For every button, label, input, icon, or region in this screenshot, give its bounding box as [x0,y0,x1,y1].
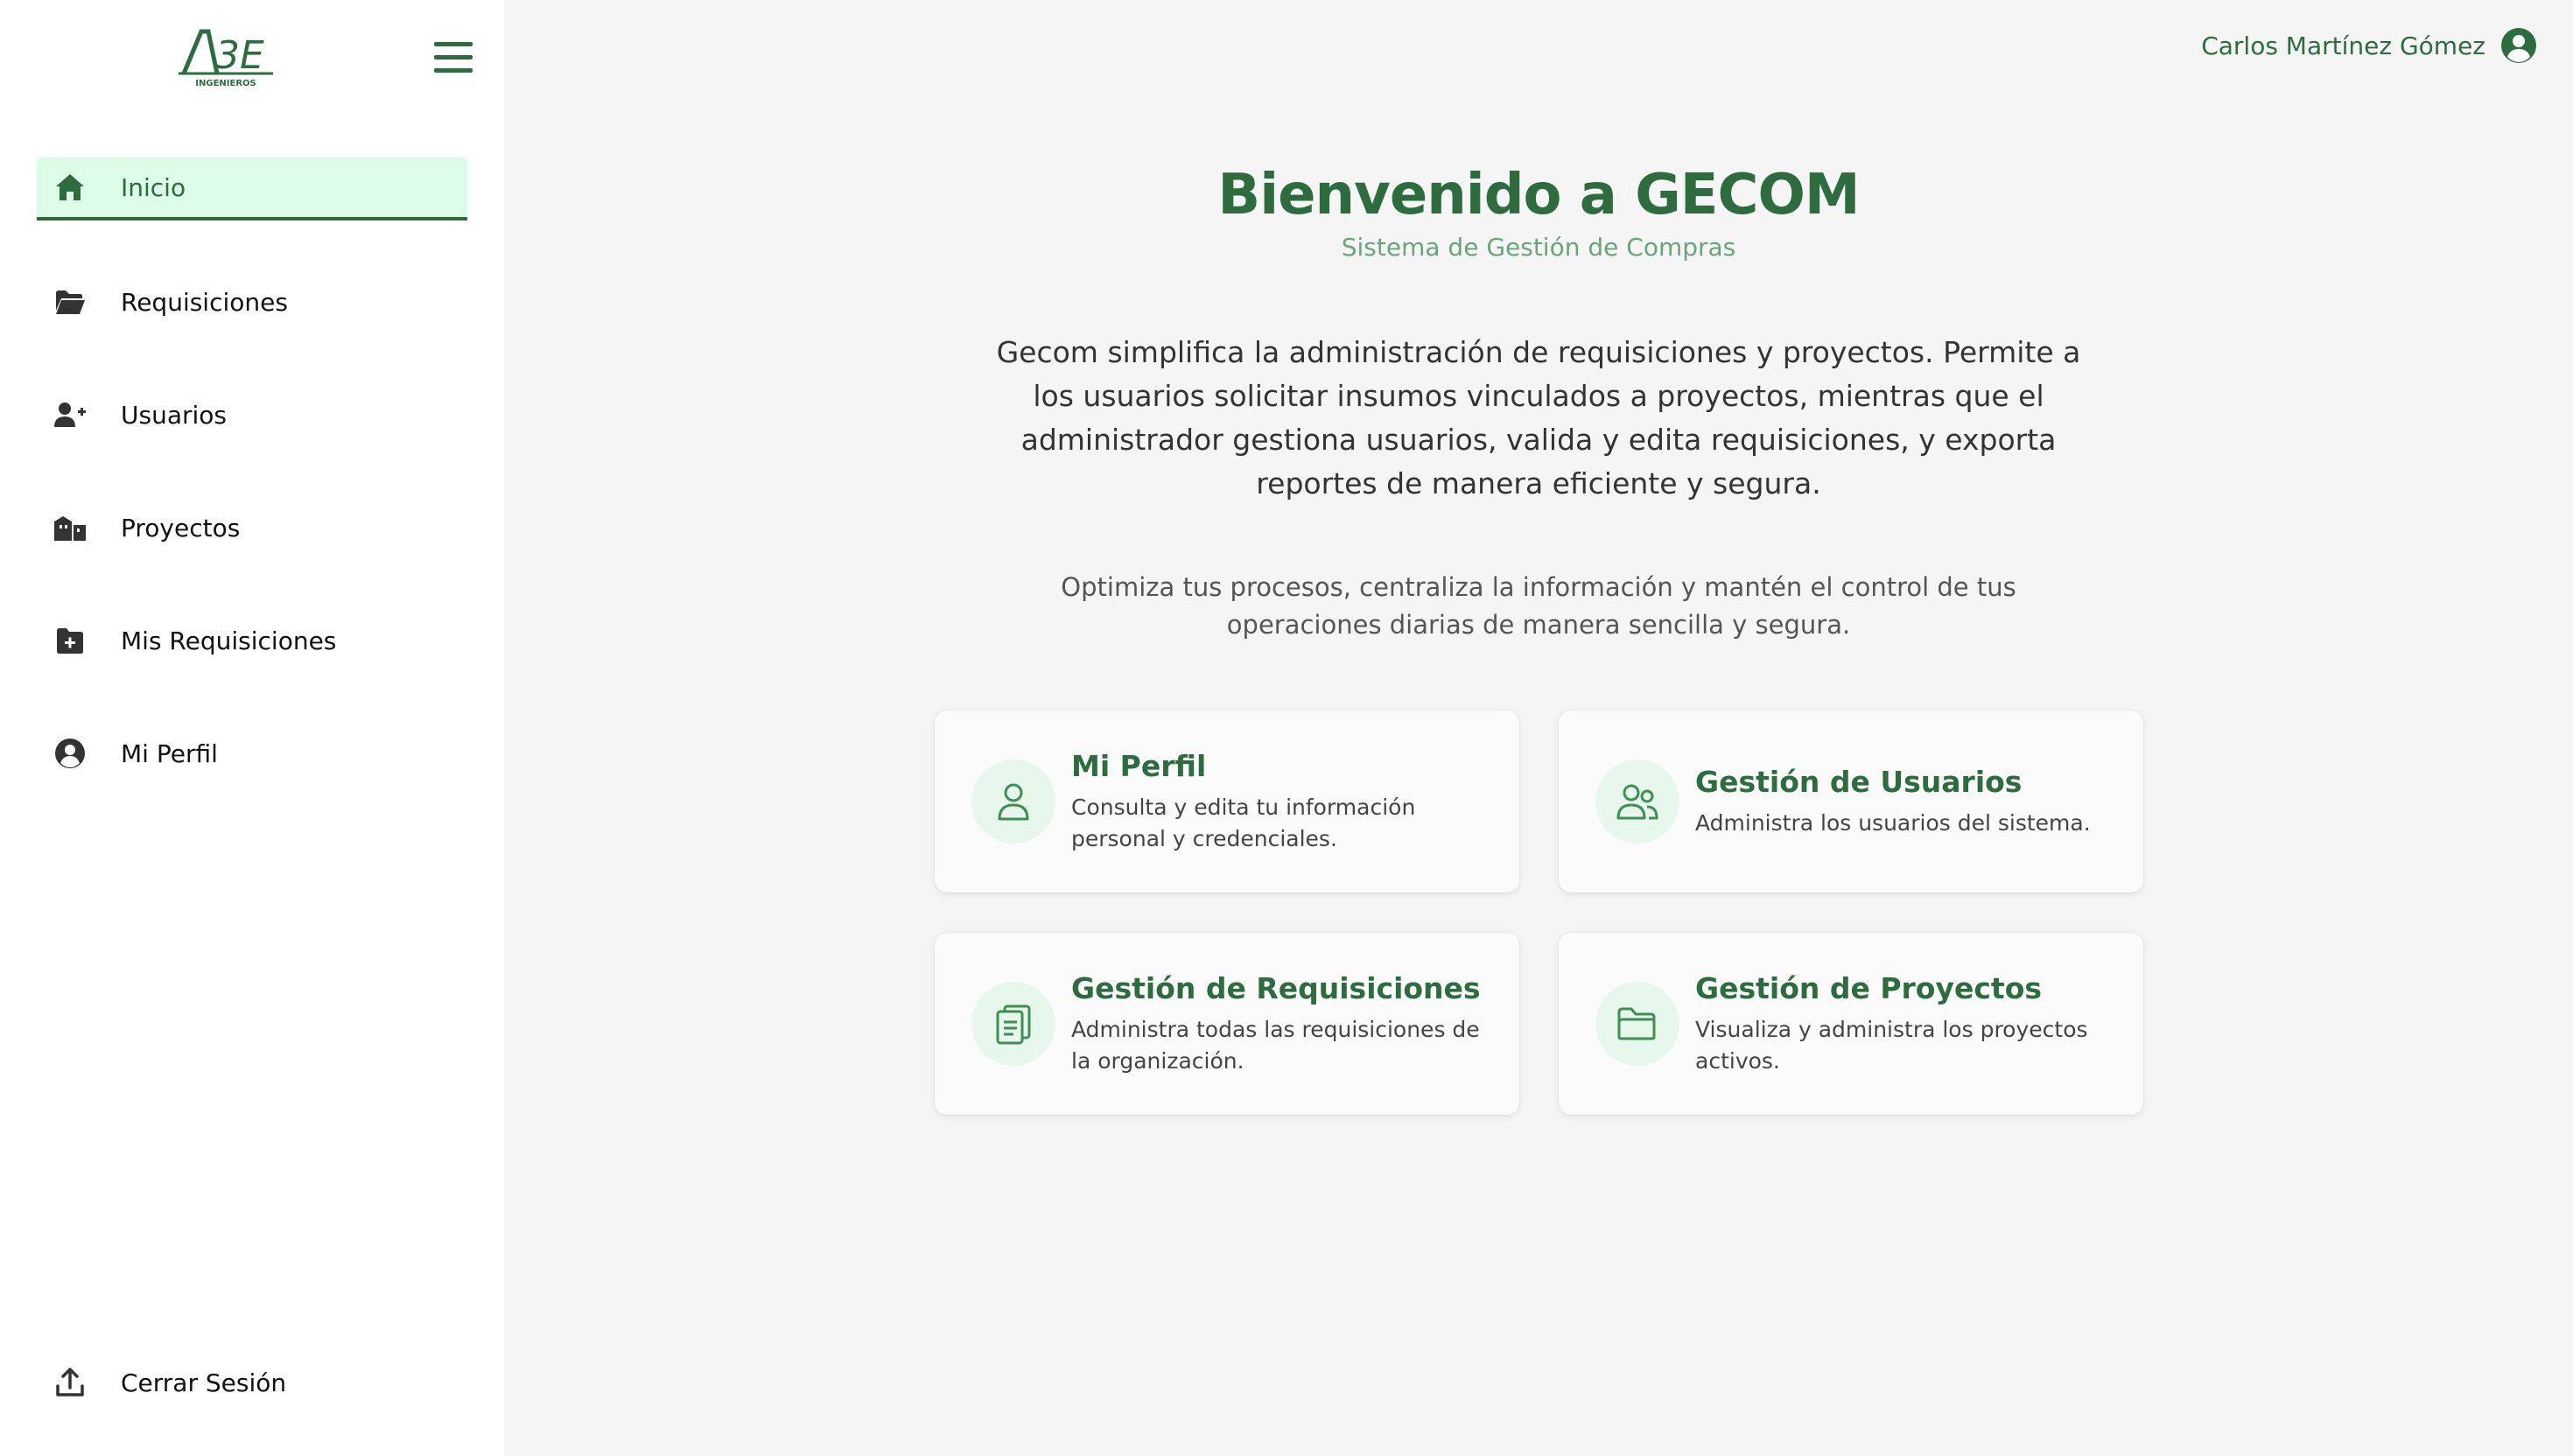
sidebar-item-proyectos[interactable]: Proyectos [37,496,467,559]
note-paragraph: Optimiza tus procesos, centraliza la inf… [1061,572,2016,640]
users-icon [1595,760,1679,844]
sidebar-item-mis-requisiciones[interactable]: Mis Requisiciones [37,609,467,672]
main-content: Bienvenido a GECOM Sistema de Gestión de… [504,0,2573,1456]
logout-label: Cerrar Sesión [121,1368,287,1397]
card-title: Mi Perfil [1071,748,1207,783]
card-gestion-usuarios[interactable]: Gestión de Usuarios Administra los usuar… [1559,710,2143,892]
card-title: Gestión de Usuarios [1695,764,2023,799]
svg-text:INGENIEROS: INGENIEROS [195,79,256,88]
card-gestion-proyectos[interactable]: Gestión de Proyectos Visualiza y adminis… [1559,933,2143,1115]
company-logo[interactable]: 3E INGENIEROS [175,24,277,89]
card-description: Visualiza y administra los proyectos act… [1695,1016,2088,1074]
upload-logout-icon [53,1365,88,1400]
city-icon [53,510,88,545]
user-circle-icon [2499,26,2538,65]
card-mi-perfil[interactable]: Mi Perfil Consulta y edita tu informació… [935,710,1519,892]
sidebar: 3E INGENIEROS Inicio Requisiciones Usuar… [0,0,504,1456]
folder-open-icon [53,284,88,319]
sidebar-item-label: Mi Perfil [121,738,218,768]
sidebar-item-label: Mis Requisiciones [121,626,337,655]
card-title: Gestión de Requisiciones [1071,970,1481,1005]
home-icon [53,170,88,205]
card-description: Administra todas las requisiciones de la… [1071,1016,1480,1074]
user-circle-icon [53,736,88,771]
sidebar-nav: Inicio Requisiciones Usuarios Proyectos … [37,158,467,835]
card-description: Consulta y edita tu información personal… [1071,794,1416,851]
sidebar-item-label: Inicio [121,172,186,202]
user-menu[interactable]: Carlos Martínez Gómez [2201,26,2538,65]
sidebar-item-requisiciones[interactable]: Requisiciones [37,270,467,333]
sidebar-item-label: Usuarios [121,400,227,430]
folder-plus-icon [53,623,88,658]
card-description: Administra los usuarios del sistema. [1695,809,2091,836]
logout-button[interactable]: Cerrar Sesión [53,1365,286,1400]
svg-text:3E: 3E [215,33,264,78]
intro-paragraph: Gecom simplifica la administración de re… [996,335,2081,500]
card-gestion-requisiciones[interactable]: Gestión de Requisiciones Administra toda… [935,933,1519,1115]
sidebar-item-mi-perfil[interactable]: Mi Perfil [37,722,467,785]
sidebar-item-inicio[interactable]: Inicio [37,158,467,220]
user-icon [971,760,1055,844]
user-plus-icon [53,397,88,432]
menu-toggle-icon[interactable] [431,38,478,77]
user-name: Carlos Martínez Gómez [2201,31,2485,60]
clipboard-icon [971,982,1055,1066]
sidebar-item-label: Requisiciones [121,287,288,317]
page-subtitle: Sistema de Gestión de Compras [1341,233,1736,262]
sidebar-item-usuarios[interactable]: Usuarios [37,383,467,446]
folder-icon [1595,982,1679,1066]
sidebar-item-label: Proyectos [121,513,241,542]
page-title: Bienvenido a GECOM [1217,163,1860,228]
card-title: Gestión de Proyectos [1695,970,2043,1005]
